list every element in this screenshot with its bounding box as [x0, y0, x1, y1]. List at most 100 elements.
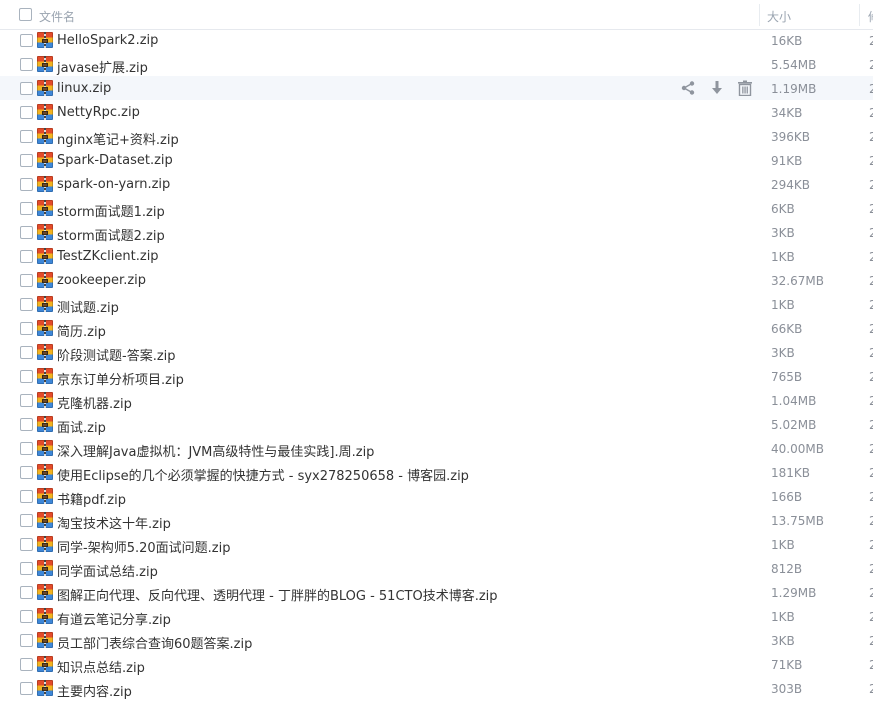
row-checkbox[interactable] — [20, 178, 33, 191]
file-row[interactable]: 书籍pdf.zip 166B 2 — [0, 484, 873, 508]
column-header-size[interactable]: 大小 — [767, 8, 791, 25]
file-row[interactable]: 同学面试总结.zip 812B 2 — [0, 556, 873, 580]
file-name[interactable]: 深入理解Java虚拟机：JVM高级特性与最佳实践].周.zip — [57, 441, 374, 460]
file-name[interactable]: 有道云笔记分享.zip — [57, 609, 171, 628]
file-row[interactable]: 简历.zip 66KB 2 — [0, 316, 873, 340]
file-row[interactable]: Spark-Dataset.zip 91KB 2 — [0, 148, 873, 172]
delete-icon[interactable] — [737, 80, 753, 97]
row-checkbox[interactable] — [20, 82, 33, 95]
row-checkbox[interactable] — [20, 250, 33, 263]
file-name[interactable]: linux.zip — [57, 81, 111, 96]
file-row[interactable]: 测试题.zip 1KB 2 — [0, 292, 873, 316]
row-checkbox[interactable] — [20, 58, 33, 71]
row-checkbox[interactable] — [20, 106, 33, 119]
file-name[interactable]: 同学-架构师5.20面试问题.zip — [57, 537, 230, 556]
file-name[interactable]: NettyRpc.zip — [57, 105, 140, 120]
file-name[interactable]: TestZKclient.zip — [57, 249, 159, 264]
zip-archive-icon — [37, 368, 53, 384]
file-size: 5.54MB — [771, 58, 817, 72]
file-name[interactable]: 知识点总结.zip — [57, 657, 145, 676]
file-name[interactable]: 面试.zip — [57, 417, 106, 436]
select-all-checkbox[interactable] — [19, 8, 32, 21]
row-checkbox[interactable] — [20, 658, 33, 671]
file-row[interactable]: 克隆机器.zip 1.04MB 2 — [0, 388, 873, 412]
file-name[interactable]: 京东订单分析项目.zip — [57, 369, 184, 388]
column-header-filename[interactable]: 文件名 — [39, 8, 75, 25]
row-checkbox[interactable] — [20, 322, 33, 335]
file-row[interactable]: TestZKclient.zip 1KB 2 — [0, 244, 873, 268]
row-checkbox[interactable] — [20, 130, 33, 143]
file-name[interactable]: javase扩展.zip — [57, 57, 148, 76]
row-checkbox[interactable] — [20, 154, 33, 167]
row-checkbox[interactable] — [20, 298, 33, 311]
file-row[interactable]: 员工部门表综合查询60题答案.zip 3KB 2 — [0, 628, 873, 652]
row-checkbox[interactable] — [20, 562, 33, 575]
file-name[interactable]: HelloSpark2.zip — [57, 33, 158, 48]
file-row[interactable]: storm面试题2.zip 3KB 2 — [0, 220, 873, 244]
column-divider[interactable] — [759, 4, 760, 26]
file-row[interactable]: 知识点总结.zip 71KB 2 — [0, 652, 873, 676]
row-checkbox[interactable] — [20, 274, 33, 287]
row-checkbox[interactable] — [20, 634, 33, 647]
row-checkbox[interactable] — [20, 394, 33, 407]
file-name[interactable]: 书籍pdf.zip — [57, 489, 126, 508]
row-checkbox[interactable] — [20, 610, 33, 623]
file-row[interactable]: NettyRpc.zip 34KB 2 — [0, 100, 873, 124]
file-name[interactable]: 阶段测试题-答案.zip — [57, 345, 176, 364]
row-checkbox[interactable] — [20, 442, 33, 455]
file-row[interactable]: nginx笔记+资料.zip 396KB 2 — [0, 124, 873, 148]
row-checkbox[interactable] — [20, 490, 33, 503]
file-name[interactable]: 图解正向代理、反向代理、透明代理 - 丁胖胖的BLOG - 51CTO技术博客.… — [57, 585, 498, 604]
file-row[interactable]: zookeeper.zip 32.67MB 2 — [0, 268, 873, 292]
file-row[interactable]: 有道云笔记分享.zip 1KB 2 — [0, 604, 873, 628]
row-checkbox[interactable] — [20, 538, 33, 551]
file-row[interactable]: 深入理解Java虚拟机：JVM高级特性与最佳实践].周.zip 40.00MB … — [0, 436, 873, 460]
file-name[interactable]: storm面试题1.zip — [57, 201, 165, 220]
file-name[interactable]: 同学面试总结.zip — [57, 561, 158, 580]
file-row[interactable]: 主要内容.zip 303B 2 — [0, 676, 873, 700]
file-row[interactable]: 使用Eclipse的几个必须掌握的快捷方式 - syx278250658 - 博… — [0, 460, 873, 484]
file-row[interactable]: 同学-架构师5.20面试问题.zip 1KB 2 — [0, 532, 873, 556]
file-name[interactable]: 克隆机器.zip — [57, 393, 132, 412]
file-modified-date: 2 — [869, 610, 873, 624]
file-row[interactable]: 京东订单分析项目.zip 765B 2 — [0, 364, 873, 388]
row-checkbox[interactable] — [20, 34, 33, 47]
file-row[interactable]: spark-on-yarn.zip 294KB 2 — [0, 172, 873, 196]
zip-archive-icon — [37, 440, 53, 456]
file-name[interactable]: Spark-Dataset.zip — [57, 153, 173, 168]
file-name[interactable]: spark-on-yarn.zip — [57, 177, 170, 192]
file-row[interactable]: HelloSpark2.zip 16KB 2 — [0, 28, 873, 52]
share-icon[interactable] — [680, 80, 696, 96]
row-checkbox[interactable] — [20, 418, 33, 431]
download-icon[interactable] — [709, 80, 725, 96]
file-name[interactable]: nginx笔记+资料.zip — [57, 129, 179, 148]
file-row[interactable]: 图解正向代理、反向代理、透明代理 - 丁胖胖的BLOG - 51CTO技术博客.… — [0, 580, 873, 604]
file-row[interactable]: 淘宝技术这十年.zip 13.75MB 2 — [0, 508, 873, 532]
file-row[interactable]: 面试.zip 5.02MB 2 — [0, 412, 873, 436]
file-name[interactable]: 使用Eclipse的几个必须掌握的快捷方式 - syx278250658 - 博… — [57, 465, 469, 484]
file-name[interactable]: storm面试题2.zip — [57, 225, 165, 244]
row-checkbox[interactable] — [20, 346, 33, 359]
row-checkbox[interactable] — [20, 514, 33, 527]
file-row[interactable]: 阶段测试题-答案.zip 3KB 2 — [0, 340, 873, 364]
file-row[interactable]: javase扩展.zip 5.54MB 2 — [0, 52, 873, 76]
file-row[interactable]: storm面试题1.zip 6KB 2 — [0, 196, 873, 220]
row-checkbox[interactable] — [20, 370, 33, 383]
zip-archive-icon — [37, 656, 53, 672]
file-size: 71KB — [771, 658, 803, 672]
row-checkbox[interactable] — [20, 682, 33, 695]
row-checkbox[interactable] — [20, 466, 33, 479]
file-name[interactable]: 淘宝技术这十年.zip — [57, 513, 171, 532]
file-name[interactable]: 主要内容.zip — [57, 681, 132, 700]
row-checkbox[interactable] — [20, 586, 33, 599]
column-header-modified-date[interactable]: 修 — [868, 8, 873, 25]
file-name[interactable]: 简历.zip — [57, 321, 106, 340]
file-row[interactable]: linux.zip 1.19MB 2 — [0, 76, 873, 100]
row-checkbox[interactable] — [20, 202, 33, 215]
file-name[interactable]: 测试题.zip — [57, 297, 119, 316]
file-name[interactable]: zookeeper.zip — [57, 273, 146, 288]
file-name[interactable]: 员工部门表综合查询60题答案.zip — [57, 633, 252, 652]
zip-archive-icon — [37, 248, 53, 264]
row-checkbox[interactable] — [20, 226, 33, 239]
column-divider[interactable] — [859, 4, 860, 26]
